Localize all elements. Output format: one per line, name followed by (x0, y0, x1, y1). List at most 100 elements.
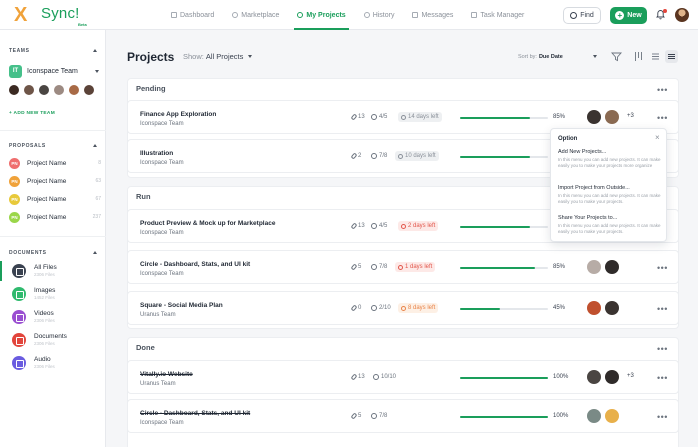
project-title: Vitally.io Website (140, 371, 193, 378)
assignee-avatar[interactable] (605, 370, 619, 384)
tasks: 7/8 (371, 413, 387, 419)
add-new-team-link[interactable]: + ADD NEW TEAM (9, 111, 55, 116)
project-row[interactable]: Vitally.io Website Uranus Team 13 10/10 … (127, 360, 679, 394)
proposal-badge: PN (9, 157, 20, 169)
paperclip-icon (350, 412, 358, 420)
more-assignees[interactable]: +3 (627, 113, 634, 119)
notification-dot (663, 9, 667, 13)
popover-item-add-projects[interactable]: Add New Projects... In this menu you can… (558, 149, 662, 169)
tasks: 2/10 (371, 305, 391, 311)
check-circle-icon (297, 12, 304, 18)
assignee-avatar[interactable] (587, 409, 601, 423)
proposal-item[interactable]: PN Project Name 67 (9, 192, 101, 206)
teams-heading: TEAMS (9, 48, 30, 54)
member-avatar[interactable] (39, 85, 49, 95)
proposals-heading: PROPOSALS (9, 143, 46, 149)
assignee-avatar[interactable] (605, 301, 619, 315)
row-more-icon[interactable]: ••• (657, 264, 668, 273)
close-icon[interactable]: × (655, 134, 660, 142)
doc-images[interactable]: Images 1452 Files (0, 284, 106, 304)
column-view-icon[interactable] (632, 50, 645, 63)
proposal-item[interactable]: PN Project Name 8 (9, 156, 101, 170)
project-team: Uranus Team (140, 312, 176, 318)
member-avatar[interactable] (9, 85, 19, 95)
more-icon[interactable]: ••• (657, 86, 668, 95)
check-icon (371, 153, 377, 159)
show-filter[interactable]: Show: All Projects (183, 52, 253, 61)
member-avatar[interactable] (24, 85, 34, 95)
row-more-icon[interactable]: ••• (657, 374, 668, 383)
nav-history[interactable]: History (355, 0, 404, 30)
tasks: 7/8 (371, 153, 387, 159)
row-more-icon[interactable]: ••• (657, 305, 668, 314)
deadline-badge: 14 days left (398, 112, 442, 122)
user-avatar[interactable] (675, 8, 689, 22)
project-team: Iconspace Team (140, 271, 184, 277)
documents-heading: DOCUMENTS (9, 250, 47, 256)
progress-bar (460, 226, 548, 228)
assignee-avatar[interactable] (605, 409, 619, 423)
compact-view-icon[interactable] (665, 50, 678, 63)
nav-my-projects[interactable]: My Projects (288, 0, 354, 30)
attachments: 13 (350, 222, 365, 230)
filter-icon[interactable] (610, 50, 623, 63)
assignee-avatar[interactable] (605, 260, 619, 274)
doc-audio[interactable]: Audio 2306 Files (0, 353, 106, 373)
new-button[interactable]: + New (610, 7, 647, 24)
dashboard-icon (171, 12, 177, 18)
nav-messages[interactable]: Messages (403, 0, 462, 30)
list-view-icon[interactable] (649, 50, 662, 63)
group-title: Done (136, 343, 155, 352)
row-more-icon[interactable]: ••• (657, 413, 668, 422)
doc-name: Documents (34, 333, 67, 340)
progress-bar (460, 267, 548, 269)
progress-label: 85% (553, 264, 566, 270)
team-dropdown-icon[interactable] (95, 70, 99, 73)
project-row[interactable]: Circle - Dashboard, Stats, and UI kit Ic… (127, 250, 679, 284)
progress-label: 100% (553, 374, 569, 380)
divider (0, 236, 106, 237)
sort-value: Due Date (538, 53, 563, 60)
doc-documents[interactable]: Documents 2306 Files (0, 330, 106, 350)
team-name[interactable]: Iconspace Team (27, 68, 78, 75)
doc-name: Audio (34, 356, 51, 363)
project-title: Square - Social Media Plan (140, 302, 223, 309)
assignee-avatar[interactable] (605, 110, 619, 124)
proposal-item[interactable]: PN Project Name 237 (9, 210, 101, 224)
deadline-badge: 10 days left (395, 151, 439, 161)
project-row[interactable]: Circle - Dashboard, Stats, and UI kit Ic… (127, 399, 679, 433)
sort-select[interactable]: Sort by: Due Date (514, 50, 600, 63)
find-button[interactable]: Find (563, 7, 601, 24)
popover-item-import-project[interactable]: Import Project from Outside... In this m… (558, 185, 662, 205)
assignee-avatar[interactable] (587, 110, 601, 124)
assignee-avatar[interactable] (587, 370, 601, 384)
project-row[interactable]: Square - Social Media Plan Uranus Team 0… (127, 291, 679, 325)
app-logo[interactable]: X Sync! Beta (14, 5, 94, 27)
nav-marketplace[interactable]: Marketplace (223, 0, 288, 30)
member-avatar[interactable] (69, 85, 79, 95)
assignee-avatar[interactable] (587, 301, 601, 315)
clock-icon (401, 114, 406, 120)
proposal-count: 8 (98, 160, 101, 166)
doc-all-files[interactable]: All Files 2306 Files (0, 261, 106, 281)
proposal-item[interactable]: PN Project Name 63 (9, 174, 101, 188)
assignee-avatar[interactable] (587, 260, 601, 274)
progress-label: 45% (553, 305, 566, 311)
nav-task-manager[interactable]: Task Manager (462, 0, 533, 30)
row-more-icon[interactable]: ••• (657, 114, 668, 123)
doc-videos[interactable]: Videos 2306 Files (0, 307, 106, 327)
member-avatar[interactable] (84, 85, 94, 95)
more-assignees[interactable]: +3 (627, 373, 634, 379)
nav-dashboard[interactable]: Dashboard (162, 0, 223, 30)
more-icon[interactable]: ••• (657, 345, 668, 354)
collapse-teams-icon[interactable] (93, 49, 97, 52)
attachments: 5 (350, 412, 361, 420)
proposal-name: Project Name (27, 159, 67, 167)
popover-item-share-projects[interactable]: Share Your Projects to... In this menu y… (558, 215, 662, 235)
tasks: 10/10 (373, 374, 396, 380)
collapse-proposals-icon[interactable] (93, 144, 97, 147)
proposal-name: Project Name (27, 195, 67, 203)
team-members (9, 85, 94, 95)
collapse-documents-icon[interactable] (93, 251, 97, 254)
member-avatar[interactable] (54, 85, 64, 95)
